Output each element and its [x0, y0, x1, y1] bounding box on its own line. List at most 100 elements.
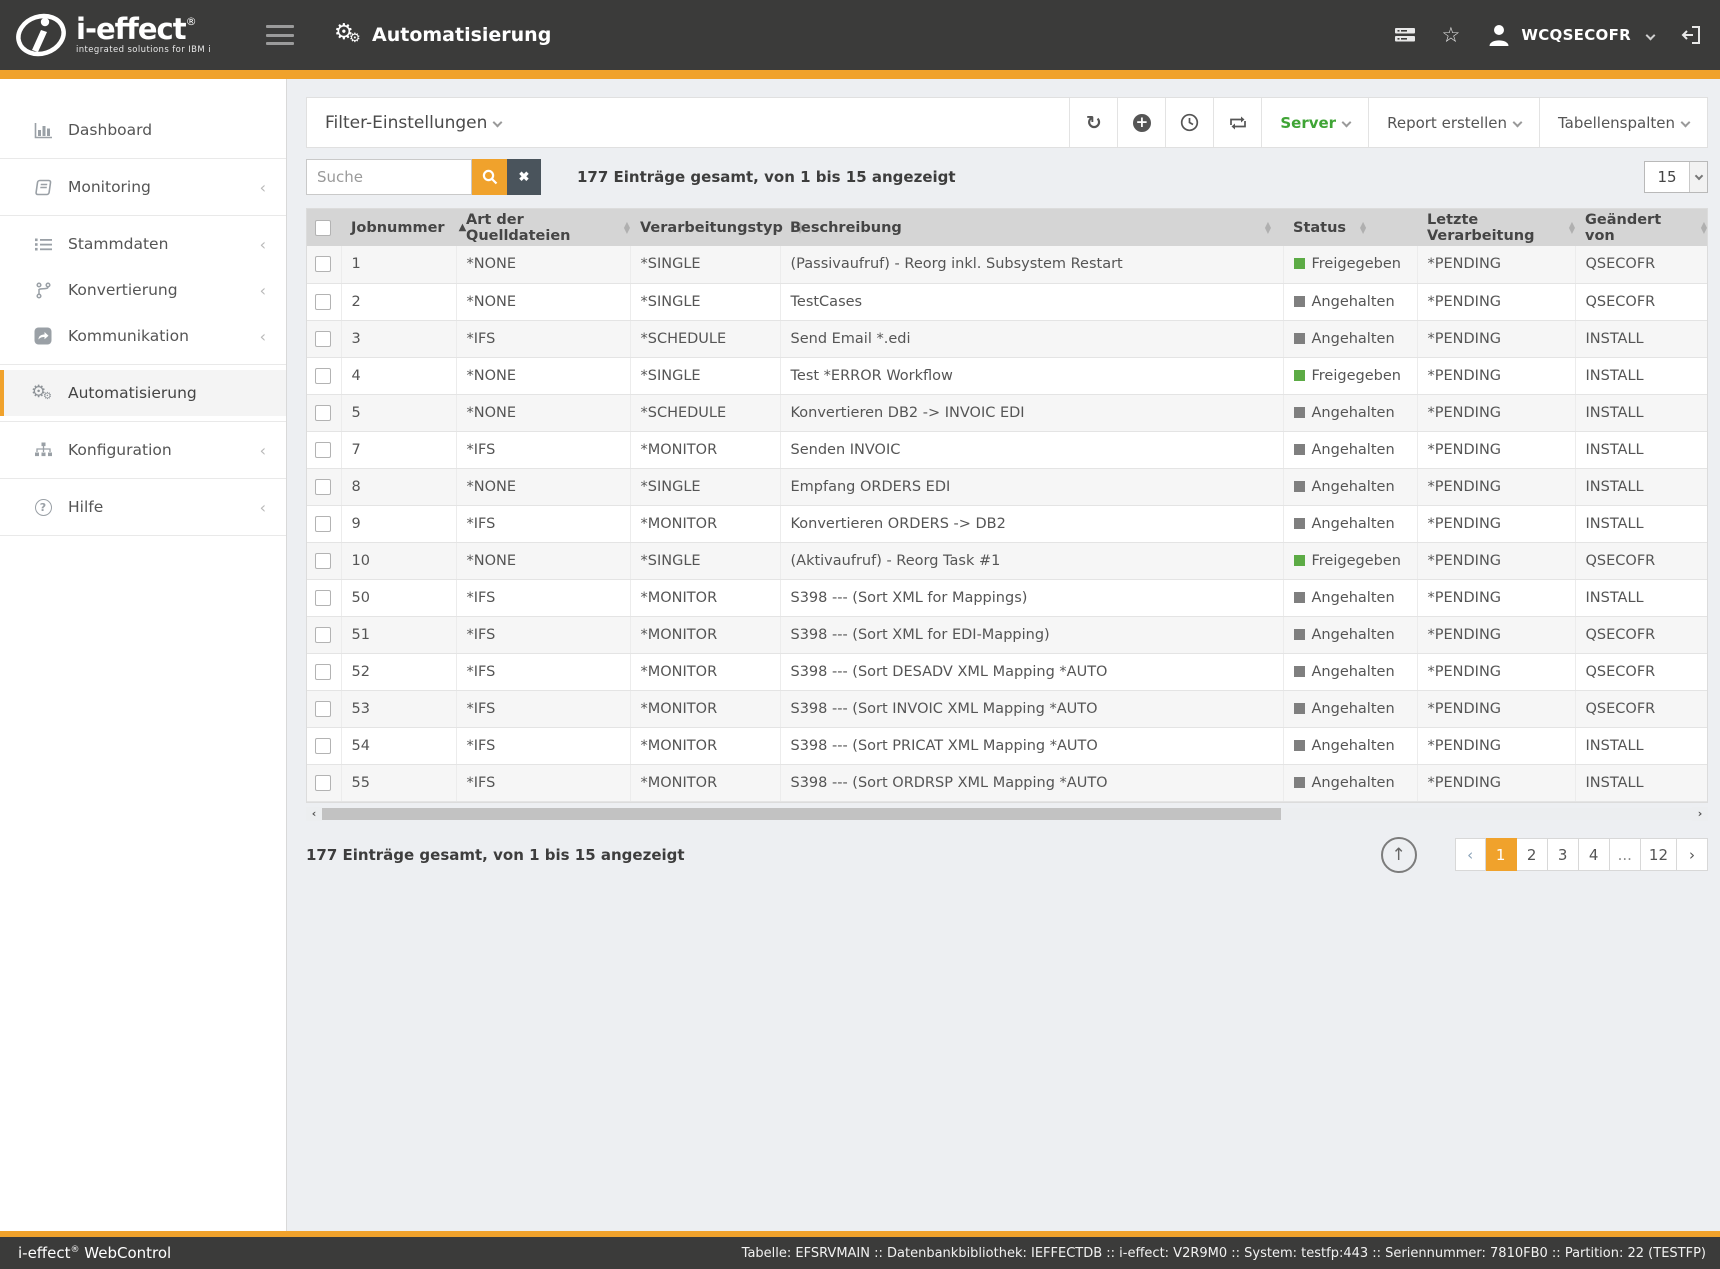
row-checkbox[interactable] [315, 368, 331, 384]
table-row: 2 *NONE *SINGLE TestCases Angehalten *PE… [307, 283, 1707, 320]
cell-beschreibung: S398 --- (Sort INVOIC XML Mapping *AUTO [780, 690, 1283, 727]
pagination-page-2[interactable]: 2 [1517, 838, 1548, 871]
table-row: 10 *NONE *SINGLE (Aktivaufruf) - Reorg T… [307, 542, 1707, 579]
row-checkbox[interactable] [315, 590, 331, 606]
row-checkbox[interactable] [315, 479, 331, 495]
cell-geaendert-von: INSTALL [1575, 394, 1707, 431]
column-header-quelldateien[interactable]: Art der Quelldateien▲▼ [456, 209, 630, 246]
pagination-page-3[interactable]: 3 [1548, 838, 1579, 871]
pagination-page-4[interactable]: 4 [1579, 838, 1610, 871]
create-report-dropdown[interactable]: Report erstellen [1368, 98, 1539, 147]
row-checkbox[interactable] [315, 664, 331, 680]
cell-verarbeitungstyp: *SINGLE [630, 468, 780, 505]
row-checkbox[interactable] [315, 775, 331, 791]
pagination-page-1[interactable]: 1 [1486, 838, 1517, 871]
list-icon [30, 237, 56, 252]
menu-toggle-icon[interactable] [266, 25, 294, 45]
pagination-ellipsis[interactable]: ... [1610, 838, 1641, 871]
header-accent-bar [0, 70, 1720, 79]
cell-quelldateien: *IFS [456, 616, 630, 653]
cell-geaendert-von: QSECOFR [1575, 283, 1707, 320]
scroll-right-arrow[interactable]: › [1692, 807, 1708, 821]
book-icon [30, 179, 56, 196]
cell-beschreibung: TestCases [780, 283, 1283, 320]
filter-settings-dropdown[interactable]: Filter-Einstellungen [307, 98, 519, 147]
cell-status: Angehalten [1283, 505, 1417, 542]
cell-quelldateien: *NONE [456, 394, 630, 431]
scrollbar-thumb[interactable] [322, 808, 1281, 820]
sidebar-item-konfiguration[interactable]: Konfiguration ‹ [0, 427, 286, 473]
row-checkbox[interactable] [315, 701, 331, 717]
server-dropdown[interactable]: Server [1261, 98, 1368, 147]
column-header-jobnummer[interactable]: Jobnummer▲ [341, 209, 456, 246]
cell-beschreibung: S398 --- (Sort ORDRSP XML Mapping *AUTO [780, 764, 1283, 801]
table-columns-dropdown[interactable]: Tabellenspalten [1539, 98, 1707, 147]
column-header-beschreibung[interactable]: Beschreibung▲▼ [780, 209, 1283, 246]
row-checkbox[interactable] [315, 442, 331, 458]
select-all-checkbox[interactable] [315, 220, 331, 236]
cell-verarbeitungstyp: *SINGLE [630, 283, 780, 320]
cell-verarbeitungstyp: *MONITOR [630, 764, 780, 801]
cell-status: Freigegeben [1283, 357, 1417, 394]
sidebar-item-label: Monitoring [68, 178, 151, 196]
search-button[interactable] [472, 159, 507, 195]
table-row: 3 *IFS *SCHEDULE Send Email *.edi Angeha… [307, 320, 1707, 357]
scroll-left-arrow[interactable]: ‹ [306, 807, 322, 821]
create-report-label: Report erstellen [1387, 114, 1507, 132]
status-square-icon [1294, 777, 1305, 788]
clear-search-button[interactable]: ✖ [507, 159, 541, 195]
row-checkbox[interactable] [315, 405, 331, 421]
refresh-button[interactable]: ↻ [1069, 98, 1117, 147]
user-menu[interactable]: WCQSECOFR [1486, 22, 1654, 48]
sidebar-divider [0, 535, 286, 536]
row-checkbox[interactable] [315, 294, 331, 310]
row-checkbox[interactable] [315, 256, 331, 272]
table-columns-label: Tabellenspalten [1558, 114, 1675, 132]
sidebar-item-label: Automatisierung [68, 384, 197, 402]
column-header-verarbeitungstyp[interactable]: Verarbeitungstyp▲▼ [630, 209, 780, 246]
row-checkbox[interactable] [315, 738, 331, 754]
sort-icon: ▲▼ [1360, 222, 1366, 234]
sidebar-item-dashboard[interactable]: Dashboard [0, 107, 286, 153]
cell-letzte-verarbeitung: *PENDING [1417, 246, 1575, 283]
entries-summary-bottom: 177 Einträge gesamt, von 1 bis 15 angeze… [306, 846, 685, 864]
sidebar-item-hilfe[interactable]: ? Hilfe ‹ [0, 484, 286, 530]
page-size-select[interactable]: 15 [1644, 161, 1708, 193]
column-header-status[interactable]: Status▲▼ [1283, 209, 1417, 246]
row-checkbox[interactable] [315, 331, 331, 347]
scrollbar-track[interactable] [322, 808, 1692, 820]
pagination-prev[interactable]: ‹ [1455, 838, 1486, 871]
scroll-to-top-button[interactable]: ↑ [1381, 837, 1417, 873]
sidebar-item-stammdaten[interactable]: Stammdaten ‹ [0, 221, 286, 267]
row-checkbox[interactable] [315, 553, 331, 569]
chevron-down-icon [493, 118, 503, 128]
pagination-page-12[interactable]: 12 [1641, 838, 1677, 871]
pagination-next[interactable]: › [1677, 838, 1708, 871]
add-button[interactable]: + [1117, 98, 1165, 147]
cell-jobnummer: 9 [341, 505, 456, 542]
server-rack-icon[interactable] [1394, 26, 1416, 44]
repeat-button[interactable] [1213, 98, 1261, 147]
cell-status: Angehalten [1283, 616, 1417, 653]
table-toolbar: Filter-Einstellungen ↻ + Server Report e… [306, 97, 1708, 148]
row-checkbox[interactable] [315, 627, 331, 643]
sidebar-item-label: Stammdaten [68, 235, 168, 253]
cell-letzte-verarbeitung: *PENDING [1417, 394, 1575, 431]
sidebar-item-konvertierung[interactable]: Konvertierung ‹ [0, 267, 286, 313]
column-header-geaendert-von[interactable]: Geändert von▲▼ [1575, 209, 1707, 246]
cell-beschreibung: S398 --- (Sort XML for Mappings) [780, 579, 1283, 616]
sort-icon: ▲▼ [1265, 222, 1271, 234]
row-checkbox[interactable] [315, 516, 331, 532]
sidebar-item-monitoring[interactable]: Monitoring ‹ [0, 164, 286, 210]
column-header-letzte-verarbeitung[interactable]: Letzte Verarbeitung▲▼ [1417, 209, 1575, 246]
cell-verarbeitungstyp: *MONITOR [630, 727, 780, 764]
sidebar-item-kommunikation[interactable]: Kommunikation ‹ [0, 313, 286, 359]
search-input[interactable] [306, 159, 472, 195]
schedule-button[interactable] [1165, 98, 1213, 147]
sidebar-item-automatisierung[interactable]: ⚙⚙ Automatisierung [0, 370, 286, 416]
chevron-left-icon: ‹ [260, 441, 266, 460]
logout-icon[interactable] [1680, 24, 1702, 46]
cell-geaendert-von: INSTALL [1575, 727, 1707, 764]
branch-icon [30, 282, 56, 299]
favorites-star-icon[interactable]: ☆ [1442, 23, 1461, 47]
